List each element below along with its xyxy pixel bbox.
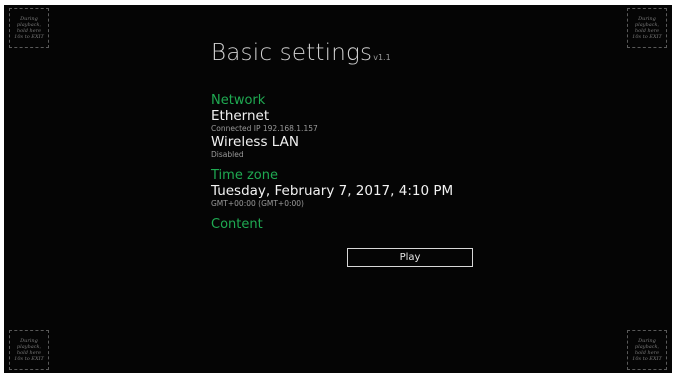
- content-heading: Content: [211, 217, 263, 232]
- exit-hotspot-top-right[interactable]: During playback, hold here 10s to EXIT: [627, 8, 667, 48]
- ethernet-title: Ethernet: [211, 108, 270, 124]
- page-title: Basic settings: [211, 40, 373, 66]
- network-section: Network Ethernet Connected IP 192.168.1.…: [211, 93, 511, 160]
- timezone-section: Time zone Tuesday, February 7, 2017, 4:1…: [211, 168, 511, 209]
- exit-hint-text: During playback, hold here 10s to EXIT: [14, 338, 44, 362]
- network-heading: Network: [211, 93, 266, 108]
- timezone-offset: GMT+00:00 (GMT+0:00): [211, 199, 304, 208]
- content-section: Content: [211, 217, 511, 232]
- exit-hint-text: During playback, hold here 10s to EXIT: [14, 16, 44, 40]
- version-label: v1.1: [373, 53, 391, 62]
- exit-hint-text: During playback, hold here 10s to EXIT: [632, 338, 662, 362]
- play-button[interactable]: Play: [347, 248, 473, 267]
- display-area: During playback, hold here 10s to EXIT D…: [4, 5, 672, 373]
- wireless-lan-title: Wireless LAN: [211, 134, 299, 150]
- exit-hotspot-bottom-left[interactable]: During playback, hold here 10s to EXIT: [9, 330, 49, 370]
- exit-hint-text: During playback, hold here 10s to EXIT: [632, 16, 662, 40]
- timezone-item[interactable]: Tuesday, February 7, 2017, 4:10 PM GMT+0…: [211, 183, 511, 209]
- wireless-lan-status: Disabled: [211, 150, 244, 159]
- timezone-heading: Time zone: [211, 168, 278, 183]
- ethernet-status: Connected IP 192.168.1.157: [211, 124, 318, 133]
- exit-hotspot-bottom-right[interactable]: During playback, hold here 10s to EXIT: [627, 330, 667, 370]
- ethernet-item[interactable]: Ethernet Connected IP 192.168.1.157: [211, 108, 511, 134]
- wireless-lan-item[interactable]: Wireless LAN Disabled: [211, 134, 511, 160]
- page-header: Basic settings v1.1: [211, 40, 511, 70]
- settings-panel: Basic settings v1.1 Network Ethernet Con…: [211, 40, 511, 232]
- current-datetime: Tuesday, February 7, 2017, 4:10 PM: [211, 183, 454, 199]
- screen: During playback, hold here 10s to EXIT D…: [0, 0, 676, 377]
- exit-hotspot-top-left[interactable]: During playback, hold here 10s to EXIT: [9, 8, 49, 48]
